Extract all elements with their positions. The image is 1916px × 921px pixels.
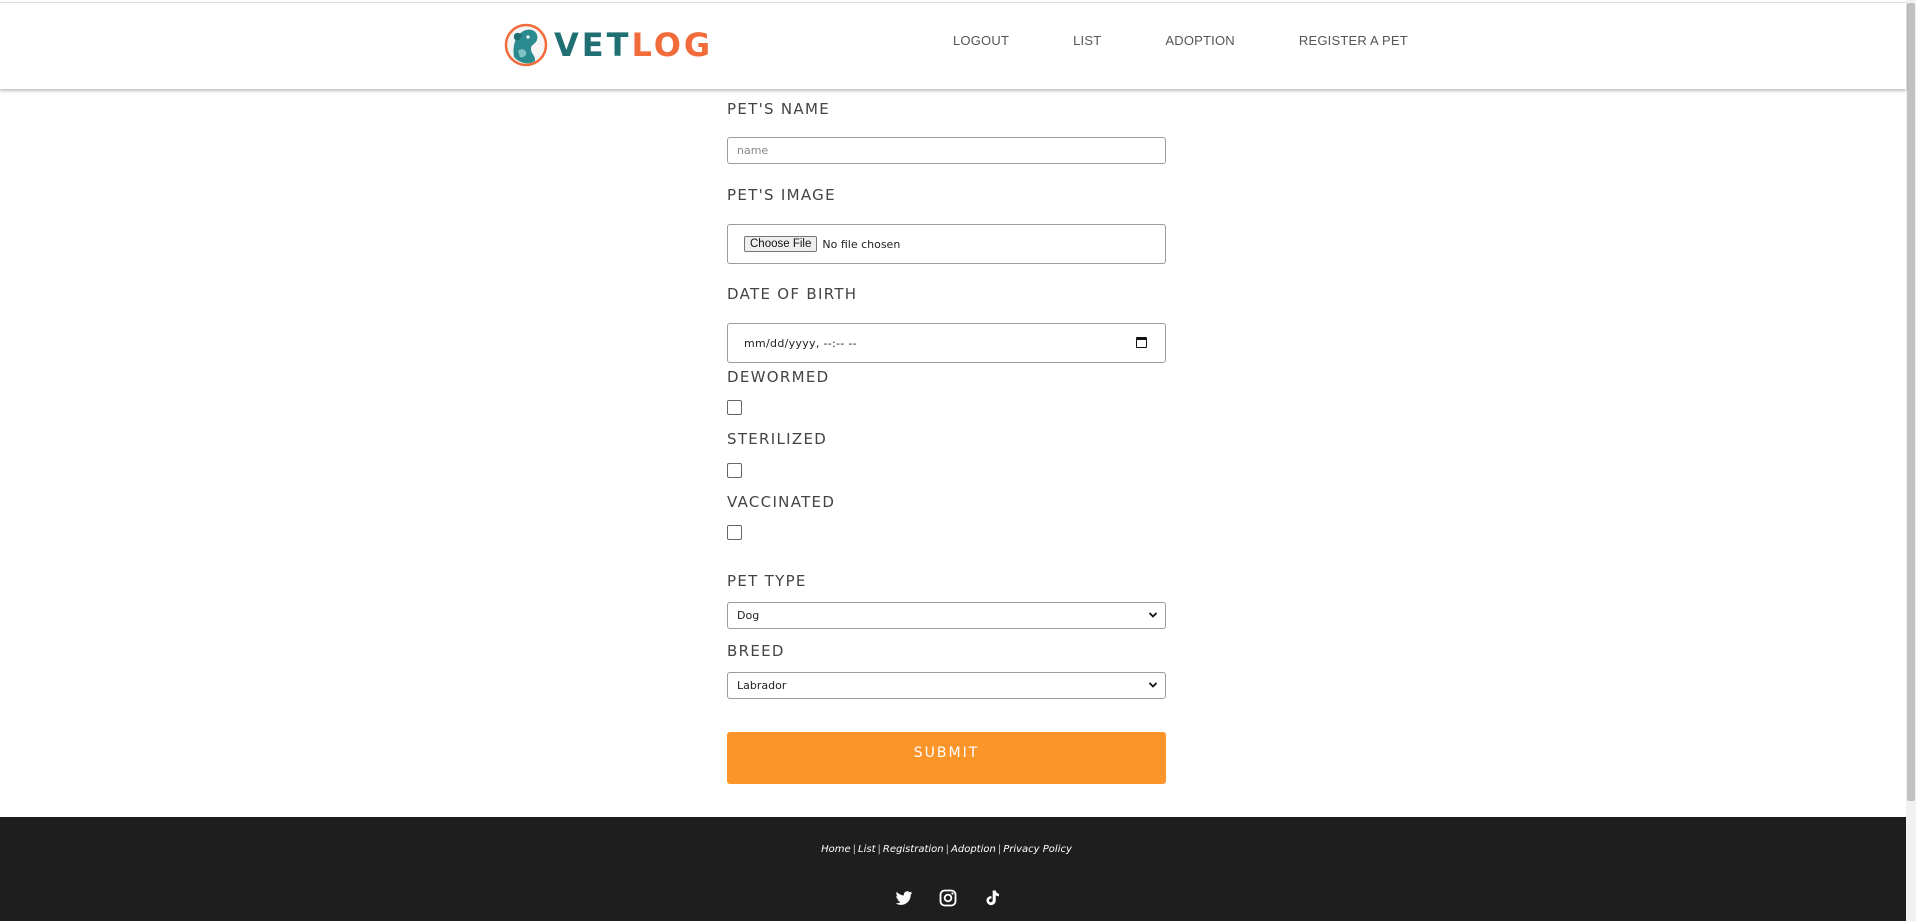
main-nav: LOGOUT LIST ADOPTION REGISTER A PET: [953, 33, 1472, 48]
pet-type-label: PET TYPE: [727, 572, 807, 590]
footer-separator: |: [945, 844, 950, 855]
breed-value: Labrador: [737, 679, 787, 692]
pet-logo-icon: [504, 23, 548, 67]
nav-list[interactable]: LIST: [1073, 33, 1101, 48]
page: VETLOG LOGOUT LIST ADOPTION REGISTER A P…: [0, 0, 1916, 921]
nav-register-pet[interactable]: REGISTER A PET: [1299, 33, 1408, 48]
scrollbar-thumb[interactable]: [1907, 3, 1915, 801]
sterilized-label: STERILIZED: [727, 430, 828, 448]
chevron-down-icon: [1148, 682, 1158, 688]
brand-part-2: LOG: [631, 26, 714, 64]
vaccinated-label: VACCINATED: [727, 493, 836, 511]
site-footer: Home | List | Registration | Adoption | Privacy …: [0, 817, 1906, 921]
dob-placeholder: mm/dd/yyyy, --:-- --: [744, 336, 857, 350]
brand-wordmark: VETLOG: [554, 29, 713, 61]
footer-link-home[interactable]: Home: [821, 844, 851, 855]
twitter-icon[interactable]: [894, 888, 914, 908]
footer-link-list[interactable]: List: [858, 844, 875, 855]
sterilized-checkbox[interactable]: [727, 463, 742, 478]
breed-select[interactable]: Labrador: [727, 672, 1166, 699]
pet-name-label: PET'S NAME: [727, 100, 830, 118]
footer-separator: |: [877, 844, 881, 855]
vaccinated-checkbox[interactable]: [727, 525, 742, 540]
social-links: [894, 888, 1002, 908]
calendar-icon[interactable]: [1136, 337, 1147, 348]
dewormed-checkbox[interactable]: [727, 400, 742, 415]
footer-link-registration[interactable]: Registration: [883, 844, 944, 855]
vetlog-logo[interactable]: VETLOG: [504, 19, 713, 71]
instagram-icon[interactable]: [938, 888, 958, 908]
pet-type-value: Dog: [737, 609, 760, 622]
submit-button[interactable]: SUBMIT: [727, 732, 1166, 784]
pet-image-input[interactable]: Choose File No file chosen: [727, 224, 1166, 264]
pet-name-input[interactable]: name: [727, 137, 1166, 164]
choose-file-button[interactable]: Choose File: [744, 236, 818, 252]
footer-link-privacy[interactable]: Privacy Policy: [1003, 844, 1072, 855]
breed-label: BREED: [727, 642, 785, 660]
site-header: VETLOG LOGOUT LIST ADOPTION REGISTER A P…: [0, 2, 1906, 89]
footer-separator: |: [852, 844, 857, 855]
dewormed-label: DEWORMED: [727, 368, 830, 386]
chevron-down-icon: [1148, 612, 1158, 618]
footer-link-adoption[interactable]: Adoption: [951, 844, 996, 855]
footer-separator: |: [997, 844, 1002, 855]
pet-type-select[interactable]: Dog: [727, 602, 1166, 629]
dob-input[interactable]: mm/dd/yyyy, --:-- --: [727, 323, 1166, 363]
pet-image-label: PET'S IMAGE: [727, 186, 836, 204]
footer-links: Home | List | Registration | Adoption | Privacy …: [0, 844, 1893, 855]
page-scrollbar[interactable]: [1906, 0, 1916, 921]
nav-adoption[interactable]: ADOPTION: [1165, 33, 1235, 48]
dob-label: DATE OF BIRTH: [727, 285, 858, 303]
nav-logout[interactable]: LOGOUT: [953, 33, 1009, 48]
file-status-text: No file chosen: [822, 237, 901, 251]
brand-part-1: VET: [554, 26, 632, 64]
tiktok-icon[interactable]: [982, 888, 1002, 908]
